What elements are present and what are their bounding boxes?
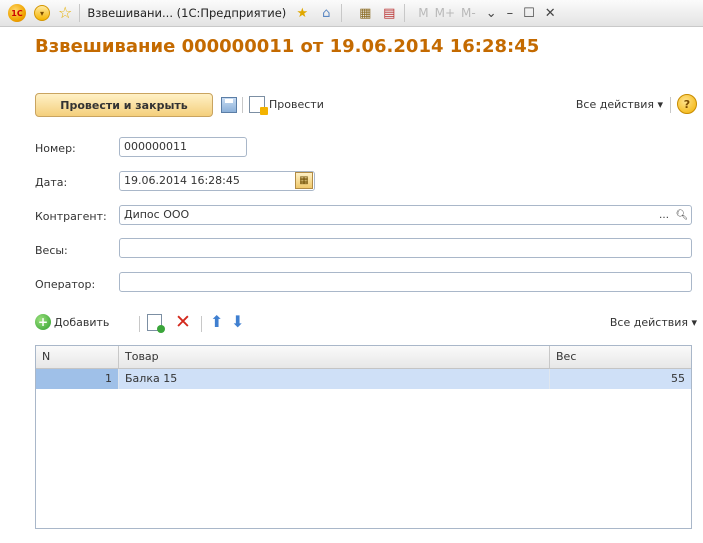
save-icon[interactable]	[221, 97, 237, 113]
memory-minus-button[interactable]: M-	[461, 6, 476, 20]
table-header: N Товар Вес	[36, 346, 691, 369]
maximize-icon[interactable]: ☐	[523, 6, 535, 21]
titlebar-separator	[79, 4, 81, 22]
window-titlebar: 1С ▾ ☆ Взвешивани... (1С:Предприятие) ★ …	[0, 0, 703, 27]
close-icon[interactable]: ✕	[545, 6, 556, 21]
row-weight[interactable]: 55	[550, 369, 691, 389]
number-field[interactable]: 000000011	[119, 137, 247, 157]
table-toolbar: + Добавить ✕ ⬆ ⬇ Все действия ▾	[35, 312, 697, 336]
bookmark-icon[interactable]: ⌂	[318, 5, 334, 21]
move-down-icon[interactable]: ⬇	[231, 312, 244, 332]
post-button[interactable]: Провести	[269, 98, 324, 111]
memory-plus-button[interactable]: M+	[435, 6, 455, 20]
minimize-icon[interactable]: –	[507, 6, 514, 21]
toolbar-separator	[201, 316, 202, 332]
column-header-product[interactable]: Товар	[119, 346, 550, 368]
calendar-icon[interactable]: ▤	[381, 5, 397, 21]
main-menu-icon[interactable]: ▾	[34, 5, 50, 21]
operator-label: Оператор:	[35, 278, 96, 291]
toolbar-separator	[670, 97, 671, 113]
post-document-icon[interactable]	[249, 96, 268, 115]
counterparty-value: Дипос ООО	[124, 208, 190, 221]
chevron-down-icon[interactable]: ⌄	[486, 6, 497, 21]
titlebar-separator	[404, 4, 406, 22]
operator-field[interactable]	[119, 272, 692, 292]
counterparty-field[interactable]: Дипос ООО … 🔍︎	[119, 205, 692, 225]
calendar-icon[interactable]: ▦	[295, 172, 313, 189]
page-title: Взвешивание 000000011 от 19.06.2014 16:2…	[35, 36, 540, 57]
favorites-star-icon[interactable]: ☆	[58, 5, 72, 21]
row-number: 1	[36, 369, 119, 389]
items-table[interactable]: N Товар Вес 1 Балка 15 55	[35, 345, 692, 529]
memory-button[interactable]: M	[418, 6, 428, 20]
window-title: Взвешивани... (1С:Предприятие)	[87, 6, 287, 20]
date-field[interactable]: 19.06.2014 16:28:45	[119, 171, 315, 191]
calculator-icon[interactable]: ▦	[357, 5, 373, 21]
column-header-n[interactable]: N	[36, 346, 119, 368]
toolbar-separator	[139, 316, 140, 332]
command-toolbar: Провести и закрыть Провести Все действия…	[35, 93, 697, 119]
scales-field[interactable]	[119, 238, 692, 258]
column-header-weight[interactable]: Вес	[550, 346, 691, 368]
copy-row-icon[interactable]	[147, 314, 165, 333]
table-row[interactable]: 1 Балка 15 55	[36, 369, 691, 389]
delete-row-icon[interactable]: ✕	[175, 312, 191, 332]
number-label: Номер:	[35, 142, 76, 155]
toolbar-separator	[242, 97, 243, 113]
search-icon[interactable]: 🔍︎	[673, 206, 691, 224]
add-favorite-icon[interactable]: ★	[294, 5, 310, 21]
date-label: Дата:	[35, 176, 68, 189]
post-and-close-button[interactable]: Провести и закрыть	[35, 93, 213, 117]
move-up-icon[interactable]: ⬆	[210, 312, 223, 332]
row-product[interactable]: Балка 15	[119, 369, 550, 389]
select-ellipsis-icon[interactable]: …	[655, 206, 673, 224]
counterparty-label: Контрагент:	[35, 210, 107, 223]
scales-label: Весы:	[35, 244, 68, 257]
add-row-button[interactable]: Добавить	[54, 316, 109, 329]
1c-logo-icon[interactable]: 1С	[8, 4, 26, 22]
all-actions-menu[interactable]: Все действия ▾	[576, 98, 663, 111]
help-icon[interactable]: ?	[677, 94, 697, 114]
table-all-actions-menu[interactable]: Все действия ▾	[610, 316, 697, 329]
add-icon[interactable]: +	[35, 314, 51, 330]
titlebar-separator	[341, 4, 343, 22]
